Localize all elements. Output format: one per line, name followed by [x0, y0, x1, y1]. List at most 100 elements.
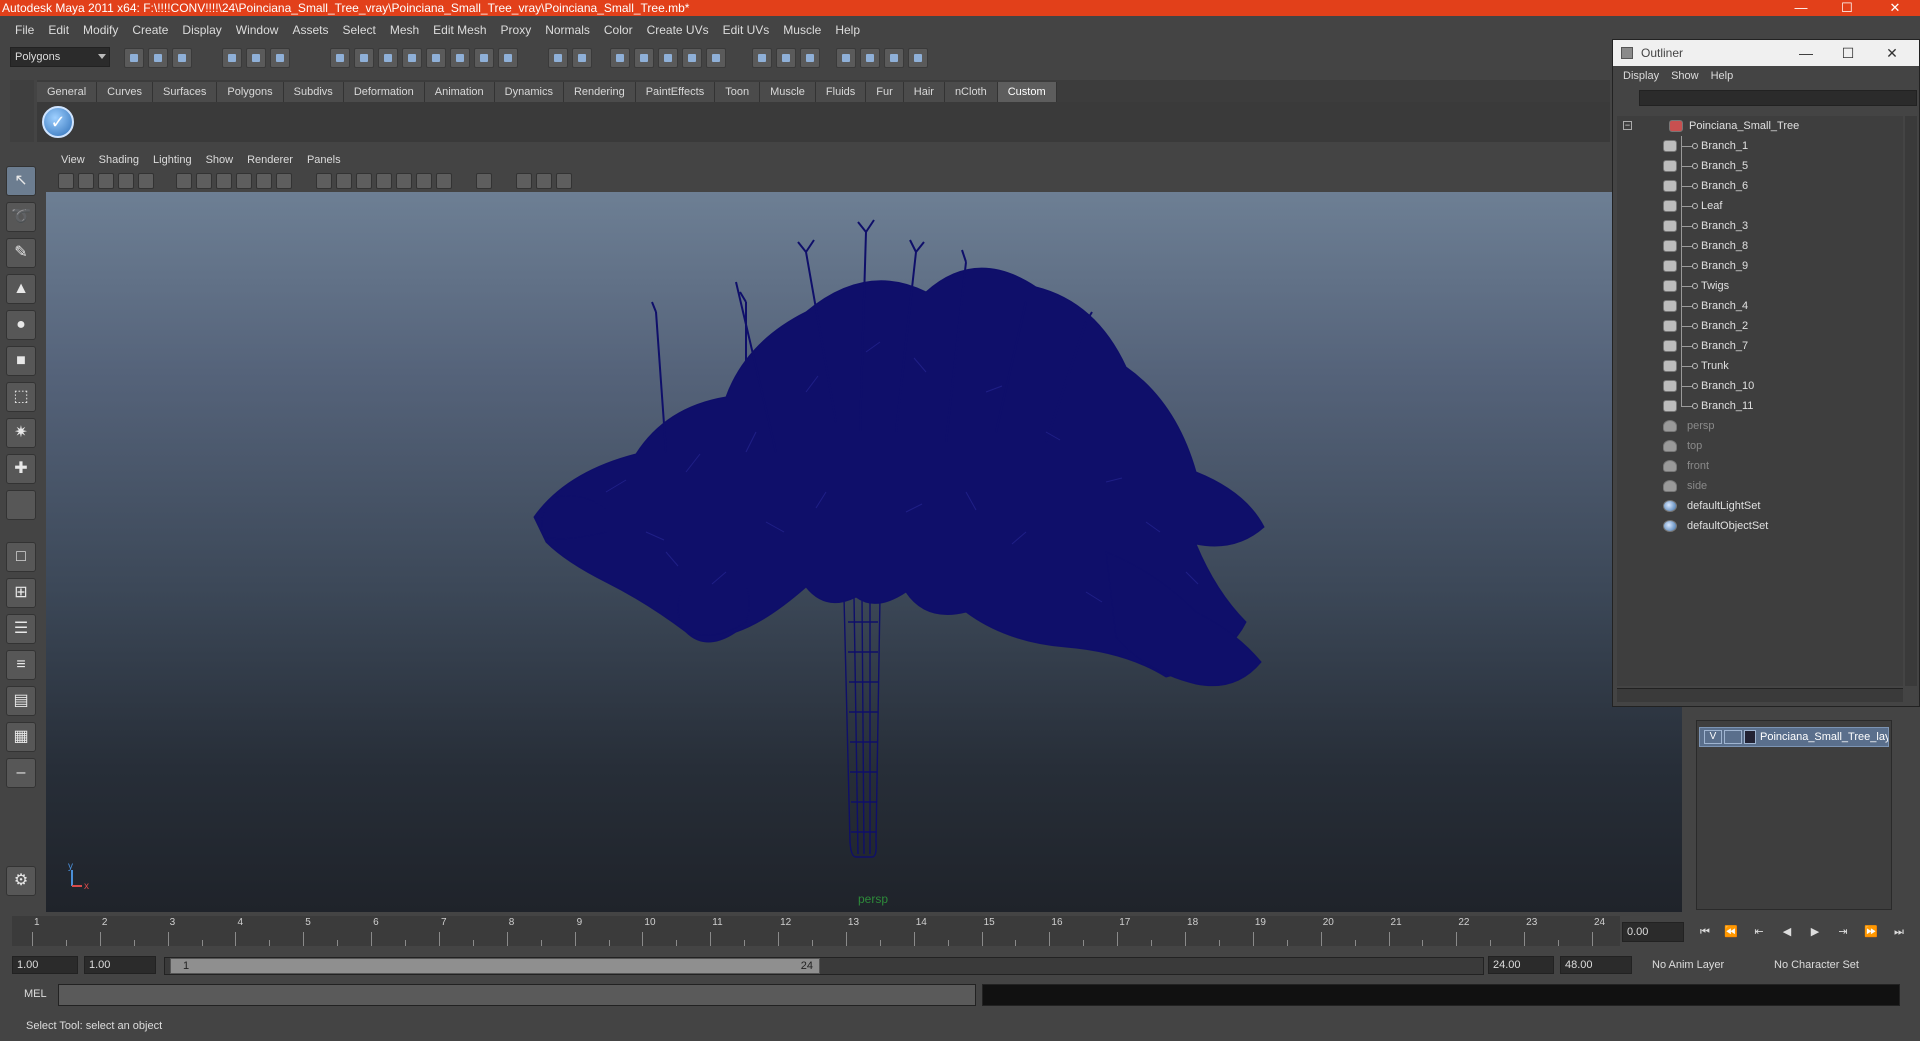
time-slider[interactable]: 1 2 3 4 5 6 7 8 9 10 11 12 13 14 15 16 17 18 19 20 21 22 23 24 — [12, 916, 1620, 946]
tree-node-child[interactable]: Trunk — [1617, 356, 1903, 376]
panel-menu-renderer[interactable]: Renderer — [240, 154, 300, 166]
play-backwards-button[interactable]: ◀ — [1776, 922, 1798, 942]
character-set-dropdown[interactable]: No Character Set — [1770, 956, 1859, 974]
command-input[interactable] — [58, 984, 976, 1006]
show-manipulator-button[interactable]: ✚ — [6, 454, 36, 484]
tree-node-camera[interactable]: front — [1617, 456, 1903, 476]
soft-mod-tool-button[interactable]: ✷ — [6, 418, 36, 448]
flat-shade-icon[interactable] — [216, 173, 232, 189]
snap-curve-icon[interactable] — [354, 48, 374, 68]
tree-node-child[interactable]: Branch_10 — [1617, 376, 1903, 396]
tab-curves[interactable]: Curves — [97, 82, 153, 102]
outliner-maximize-button[interactable]: ☐ — [1825, 40, 1871, 66]
tree-node-child[interactable]: Branch_5 — [1617, 156, 1903, 176]
lock-icon[interactable] — [548, 48, 568, 68]
checker-icon[interactable] — [376, 173, 392, 189]
select-component-icon[interactable] — [270, 48, 290, 68]
menu-color[interactable]: Color — [597, 19, 640, 41]
show-sidebar-icon[interactable] — [752, 48, 772, 68]
attribute-editor-icon[interactable] — [776, 48, 796, 68]
collapse-icon[interactable]: − — [1623, 121, 1632, 130]
go-to-start-button[interactable]: ⏮ — [1694, 922, 1716, 942]
tab-ncloth[interactable]: nCloth — [944, 82, 998, 102]
lighting-selected-icon[interactable] — [356, 173, 372, 189]
smooth-shade-icon[interactable] — [196, 173, 212, 189]
panel-menu-show[interactable]: Show — [199, 154, 241, 166]
menu-proxy[interactable]: Proxy — [494, 19, 539, 41]
ipr-render-icon[interactable] — [634, 48, 654, 68]
tree-node-camera[interactable]: side — [1617, 476, 1903, 496]
tree-node-child[interactable]: Branch_6 — [1617, 176, 1903, 196]
universal-manipulator-button[interactable]: ⬚ — [6, 382, 36, 412]
outliner-menu-display[interactable]: Display — [1617, 70, 1665, 82]
tree-node-child[interactable]: Twigs — [1617, 276, 1903, 296]
outliner-menu-show[interactable]: Show — [1665, 70, 1705, 82]
tree-node-child[interactable]: Branch_7 — [1617, 336, 1903, 356]
menu-display[interactable]: Display — [175, 19, 228, 41]
anim-layer-dropdown[interactable]: No Anim Layer — [1648, 956, 1724, 974]
layout-persp-graph-button[interactable]: ≡ — [6, 650, 36, 680]
range-slider-handle[interactable]: 1 24 — [170, 958, 820, 974]
tree-node-child[interactable]: Branch_1 — [1617, 136, 1903, 156]
menu-muscle[interactable]: Muscle — [776, 19, 828, 41]
play-forwards-button[interactable]: ▶ — [1804, 922, 1826, 942]
image-plane-icon[interactable] — [118, 173, 134, 189]
tab-rendering[interactable]: Rendering — [563, 82, 636, 102]
tab-custom[interactable]: Custom — [997, 82, 1057, 102]
light-bulb-icon[interactable] — [436, 173, 452, 189]
step-back-frame-button[interactable]: ⏪ — [1720, 922, 1742, 942]
select-highlight-icon[interactable] — [572, 48, 592, 68]
menu-file[interactable]: File — [8, 19, 41, 41]
menu-edit[interactable]: Edit — [41, 19, 76, 41]
step-forward-key-button[interactable]: ⇥ — [1832, 922, 1854, 942]
menu-modify[interactable]: Modify — [76, 19, 125, 41]
last-tool-button[interactable] — [6, 490, 36, 520]
layout-single-pane-button[interactable]: □ — [6, 542, 36, 572]
sun-icon[interactable] — [396, 173, 412, 189]
outliner-minimize-button[interactable]: — — [1783, 40, 1829, 66]
tree-node-child[interactable]: Branch_3 — [1617, 216, 1903, 236]
maximize-button[interactable]: ☐ — [1824, 0, 1870, 16]
view-cube-icon[interactable] — [516, 173, 532, 189]
minimize-button[interactable]: — — [1778, 0, 1824, 16]
close-button[interactable]: ✕ — [1872, 0, 1918, 16]
layout-four-pane-button[interactable]: ⊞ — [6, 578, 36, 608]
outliner-close-button[interactable]: ✕ — [1869, 40, 1915, 66]
lasso-tool-button[interactable]: ➰ — [6, 202, 36, 232]
menu-mesh[interactable]: Mesh — [383, 19, 426, 41]
layer-visibility-toggle[interactable]: V — [1704, 730, 1722, 744]
isolate-select-icon[interactable] — [476, 173, 492, 189]
tree-node-camera[interactable]: persp — [1617, 416, 1903, 436]
render-settings-icon[interactable] — [658, 48, 678, 68]
tab-toon[interactable]: Toon — [715, 82, 761, 102]
tree-node-set[interactable]: defaultLightSet — [1617, 496, 1903, 516]
sphere-shade-icon[interactable] — [416, 173, 432, 189]
playback-start-field[interactable]: 1.00 — [84, 956, 156, 974]
xray-icon[interactable] — [256, 173, 272, 189]
history-icon[interactable] — [450, 48, 470, 68]
tree-node-child[interactable]: Branch_4 — [1617, 296, 1903, 316]
tree-node-child[interactable]: Branch_2 — [1617, 316, 1903, 336]
open-scene-icon[interactable] — [148, 48, 168, 68]
panel-menu-shading[interactable]: Shading — [92, 154, 146, 166]
channel-box-icon[interactable] — [800, 48, 820, 68]
hotbox-button[interactable]: ⚙ — [6, 866, 36, 896]
checkmark-icon[interactable]: ✓ — [42, 106, 74, 138]
playback-end-field[interactable]: 24.00 — [1488, 956, 1554, 974]
layout-trax-button[interactable]: ▦ — [6, 722, 36, 752]
layout-custom-button[interactable]: – — [6, 758, 36, 788]
camera-select-icon[interactable] — [58, 173, 74, 189]
grid-toggle-icon[interactable] — [138, 173, 154, 189]
step-forward-frame-button[interactable]: ⏩ — [1860, 922, 1882, 942]
menu-set-dropdown[interactable]: Polygons — [10, 47, 110, 67]
outliner-horizontal-scrollbar[interactable] — [1617, 688, 1903, 702]
tab-hair[interactable]: Hair — [903, 82, 945, 102]
panel-options-icon[interactable] — [908, 48, 928, 68]
perspective-viewport[interactable] — [46, 192, 1682, 912]
tool-settings-icon[interactable] — [836, 48, 856, 68]
tab-polygons[interactable]: Polygons — [217, 82, 284, 102]
lighting-default-icon[interactable] — [316, 173, 332, 189]
hypershade-icon[interactable] — [682, 48, 702, 68]
tab-fur[interactable]: Fur — [866, 82, 904, 102]
camera-attributes-icon[interactable] — [78, 173, 94, 189]
